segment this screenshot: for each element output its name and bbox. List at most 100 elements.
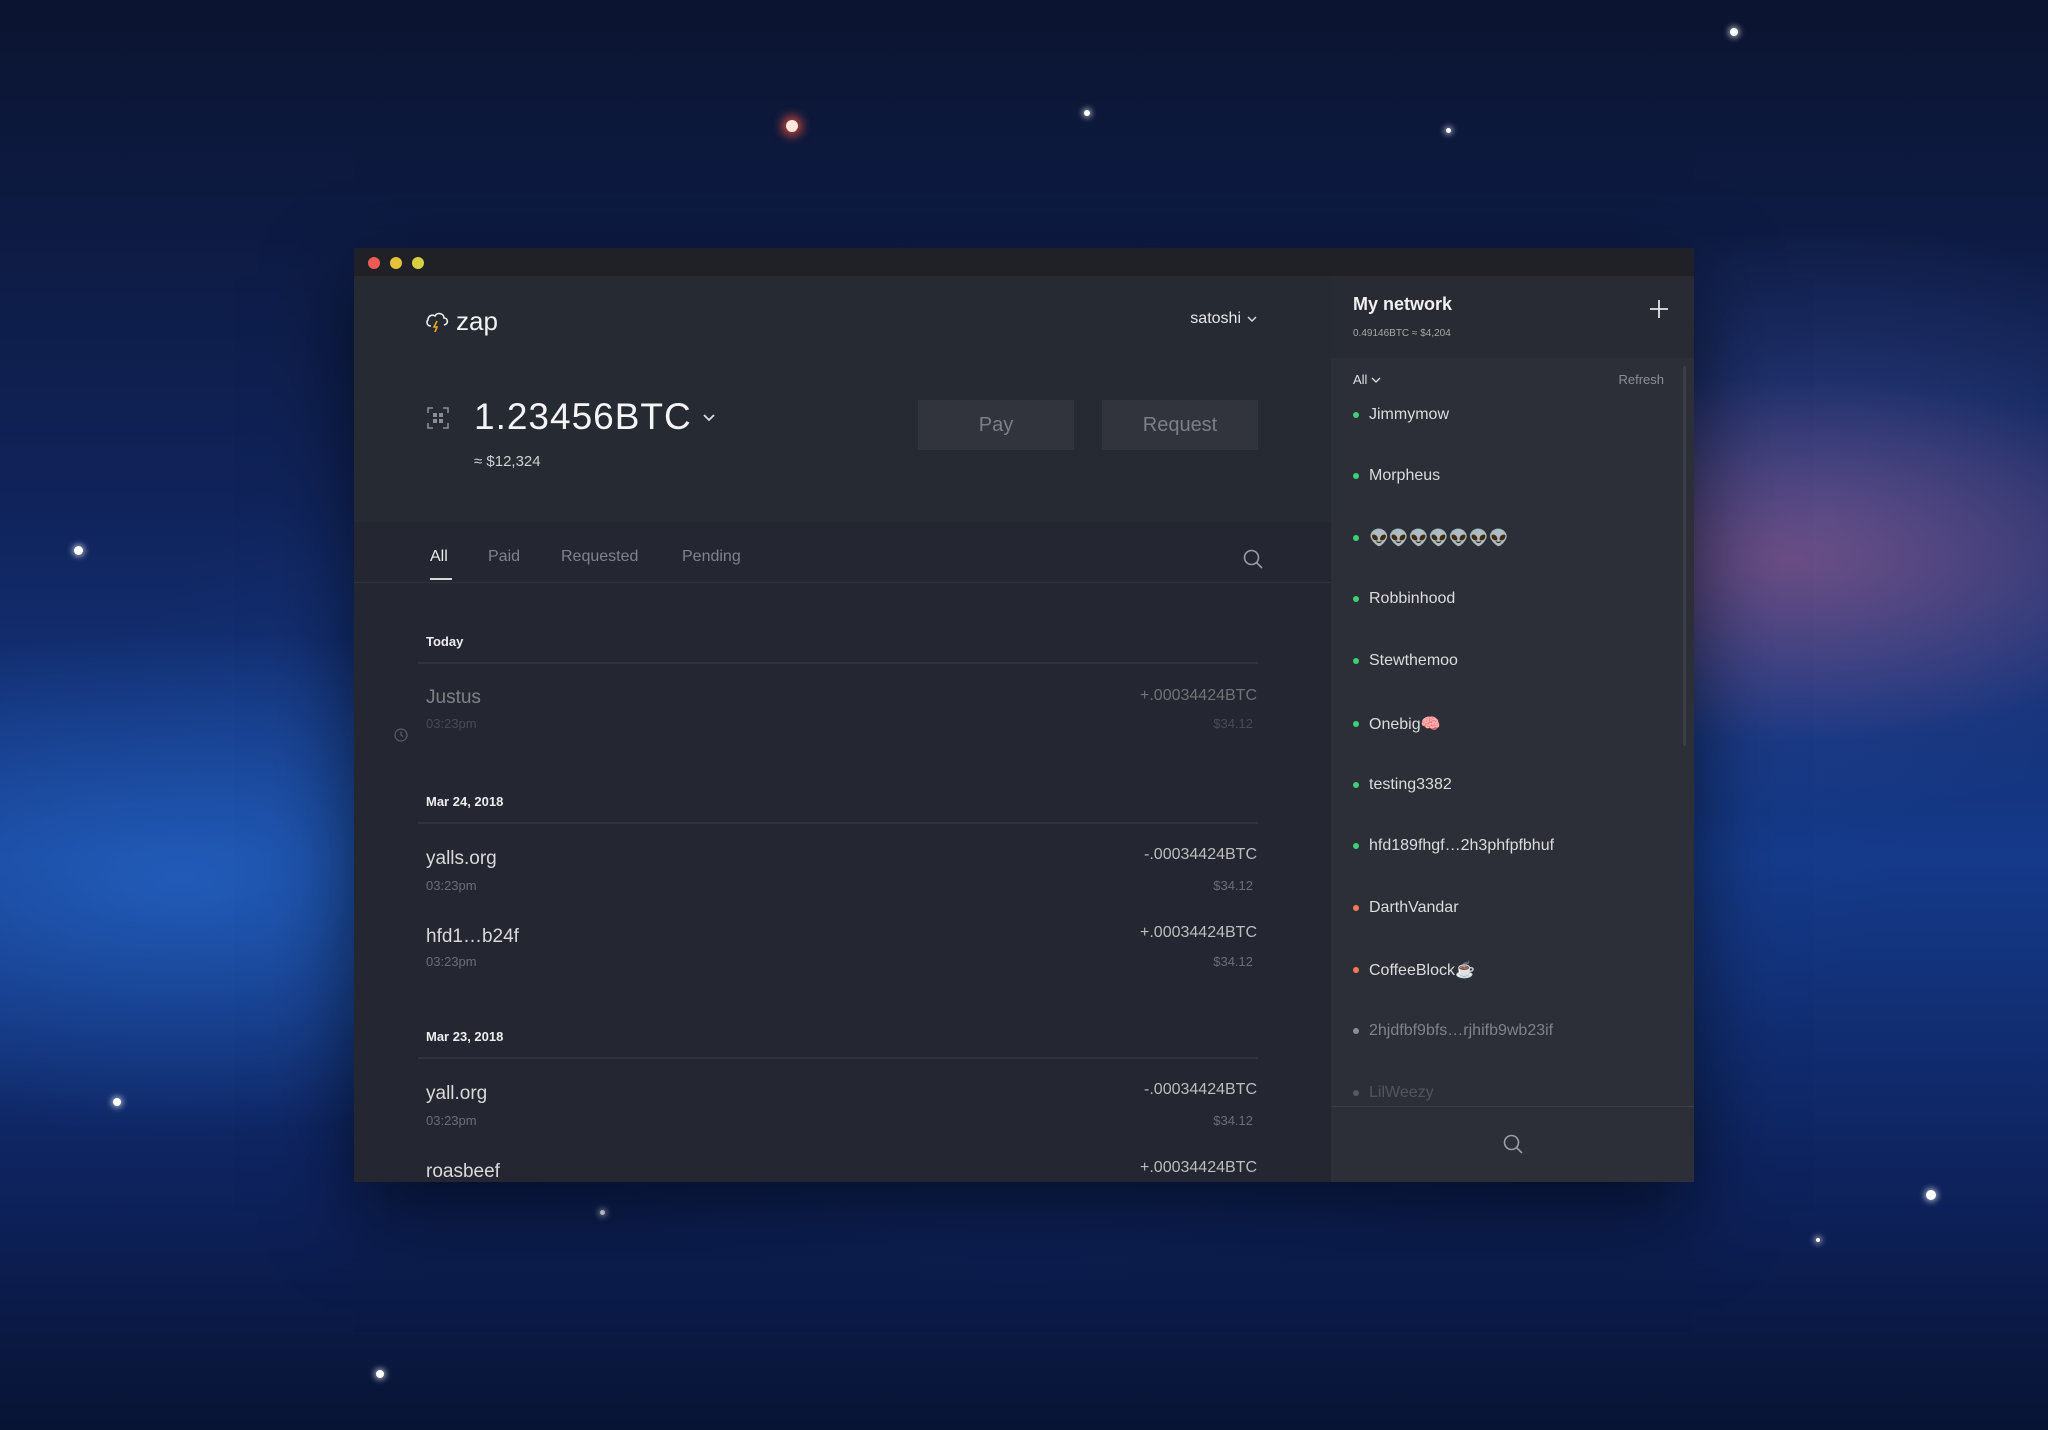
- activity-time: 03:23pm: [426, 1113, 477, 1128]
- qr-code-icon[interactable]: [426, 406, 450, 430]
- star: [113, 1098, 121, 1106]
- user-name: satoshi: [1190, 310, 1241, 327]
- activity-amount: +.00034424BTC: [1140, 924, 1257, 941]
- activity-name[interactable]: hfd1…b24f: [426, 926, 519, 948]
- date-header: Today: [426, 634, 464, 649]
- request-button[interactable]: Request: [1102, 400, 1258, 450]
- peer-item[interactable]: Onebig🧠: [1353, 714, 1441, 734]
- peer-name: Morpheus: [1369, 467, 1441, 484]
- peer-item[interactable]: CoffeeBlock☕: [1353, 960, 1475, 980]
- peer-name: Stewthemoo: [1369, 652, 1458, 669]
- scrollbar[interactable]: [1683, 366, 1686, 746]
- search-icon[interactable]: [1502, 1133, 1524, 1155]
- activity-usd: $34.12: [1213, 716, 1253, 731]
- star: [74, 546, 83, 555]
- peer-name: Jimmymow: [1369, 406, 1449, 423]
- app-window: zap satoshi 1.23456BTC ≈ $12,324 Pay Req…: [354, 248, 1694, 1182]
- peer-item[interactable]: testing3382: [1353, 776, 1452, 794]
- activity-name[interactable]: yall.org: [426, 1083, 487, 1105]
- star: [600, 1210, 605, 1215]
- activity-name[interactable]: yalls.org: [426, 848, 497, 870]
- activity-name[interactable]: roasbeef: [426, 1161, 500, 1182]
- user-menu[interactable]: satoshi: [1190, 310, 1257, 328]
- activity-usd: $34.12: [1213, 954, 1253, 969]
- titlebar: [354, 248, 1694, 276]
- active-tab-indicator: [430, 578, 452, 580]
- activity-amount: +.00034424BTC: [1140, 1159, 1257, 1176]
- clock-icon: [394, 728, 408, 742]
- status-dot: [1353, 843, 1359, 849]
- status-dot: [1353, 473, 1359, 479]
- app-name: zap: [456, 306, 498, 336]
- tab-all[interactable]: All: [430, 548, 448, 566]
- peer-name: DarthVandar: [1369, 899, 1459, 916]
- peer-name: Robbinhood: [1369, 590, 1456, 607]
- network-title: My network: [1353, 294, 1453, 314]
- status-dot: [1353, 721, 1359, 727]
- peer-name: 👽👽👽👽👽👽👽: [1369, 530, 1509, 547]
- plus-icon[interactable]: [1648, 298, 1670, 320]
- peer-item[interactable]: Jimmymow: [1353, 406, 1449, 424]
- date-header: Mar 23, 2018: [426, 1029, 504, 1044]
- maximize-window-button[interactable]: [412, 257, 424, 269]
- star: [1730, 28, 1738, 36]
- network-header: My network 0.49146BTC ≈ $4,204: [1331, 276, 1694, 358]
- peer-name: CoffeeBlock☕: [1369, 962, 1475, 979]
- status-dot: [1353, 1028, 1359, 1034]
- peer-name: LilWeezy: [1369, 1084, 1434, 1101]
- activity-usd: $34.12: [1213, 1113, 1253, 1128]
- star: [376, 1370, 384, 1378]
- tab-paid[interactable]: Paid: [488, 548, 520, 566]
- chevron-down-icon: [1371, 377, 1381, 383]
- activity-time: 03:23pm: [426, 716, 477, 731]
- chevron-down-icon: [1247, 316, 1257, 322]
- balance-selector[interactable]: 1.23456BTC: [474, 396, 716, 438]
- peer-item[interactable]: Stewthemoo: [1353, 652, 1458, 670]
- pay-button[interactable]: Pay: [918, 400, 1074, 450]
- activity-name[interactable]: Justus: [426, 687, 481, 709]
- star: [1926, 1190, 1936, 1200]
- divider: [418, 662, 1258, 664]
- activity-tabs: All Paid Requested Pending: [354, 522, 1331, 583]
- close-window-button[interactable]: [368, 257, 380, 269]
- status-dot: [1353, 967, 1359, 973]
- activity-amount: -.00034424BTC: [1144, 1081, 1257, 1098]
- star: [1084, 110, 1090, 116]
- network-filter[interactable]: All: [1353, 372, 1381, 387]
- peer-item[interactable]: 2hjdfbf9bfs…rjhifb9wb23if: [1353, 1022, 1553, 1040]
- divider: [418, 1057, 1258, 1059]
- peer-item[interactable]: LilWeezy: [1353, 1084, 1434, 1102]
- search-icon[interactable]: [1242, 548, 1264, 570]
- peer-name: hfd189fhgf…2h3phfpfbhuf: [1369, 837, 1555, 854]
- minimize-window-button[interactable]: [390, 257, 402, 269]
- activity-amount: +.00034424BTC: [1140, 687, 1257, 704]
- refresh-button[interactable]: Refresh: [1618, 372, 1664, 387]
- tab-requested[interactable]: Requested: [561, 548, 638, 566]
- activity-amount: -.00034424BTC: [1144, 846, 1257, 863]
- chevron-down-icon: [703, 414, 715, 422]
- status-dot: [1353, 1090, 1359, 1096]
- date-header: Mar 24, 2018: [426, 794, 504, 809]
- network-panel: My network 0.49146BTC ≈ $4,204 All Refre…: [1331, 276, 1694, 1182]
- cloud-bolt-icon: [426, 312, 449, 332]
- peer-item[interactable]: 👽👽👽👽👽👽👽: [1353, 528, 1508, 548]
- status-dot: [1353, 782, 1359, 788]
- peer-item[interactable]: DarthVandar: [1353, 899, 1459, 917]
- peer-name: Onebig🧠: [1369, 716, 1441, 733]
- tab-pending[interactable]: Pending: [682, 548, 741, 566]
- status-dot: [1353, 412, 1359, 418]
- wallet-main: zap satoshi 1.23456BTC ≈ $12,324 Pay Req…: [354, 276, 1331, 1182]
- status-dot: [1353, 658, 1359, 664]
- activity-time: 03:23pm: [426, 878, 477, 893]
- star: [1816, 1238, 1820, 1242]
- peer-item[interactable]: hfd189fhgf…2h3phfpfbhuf: [1353, 837, 1554, 855]
- peer-name: 2hjdfbf9bfs…rjhifb9wb23if: [1369, 1022, 1554, 1039]
- filter-label: All: [1353, 372, 1368, 387]
- status-dot: [1353, 905, 1359, 911]
- wallet-header: zap satoshi 1.23456BTC ≈ $12,324 Pay Req…: [354, 276, 1331, 522]
- peer-item[interactable]: Robbinhood: [1353, 590, 1455, 608]
- peer-item[interactable]: Morpheus: [1353, 467, 1440, 485]
- peer-name: testing3382: [1369, 776, 1452, 793]
- network-footer: [1331, 1106, 1694, 1182]
- status-dot: [1353, 596, 1359, 602]
